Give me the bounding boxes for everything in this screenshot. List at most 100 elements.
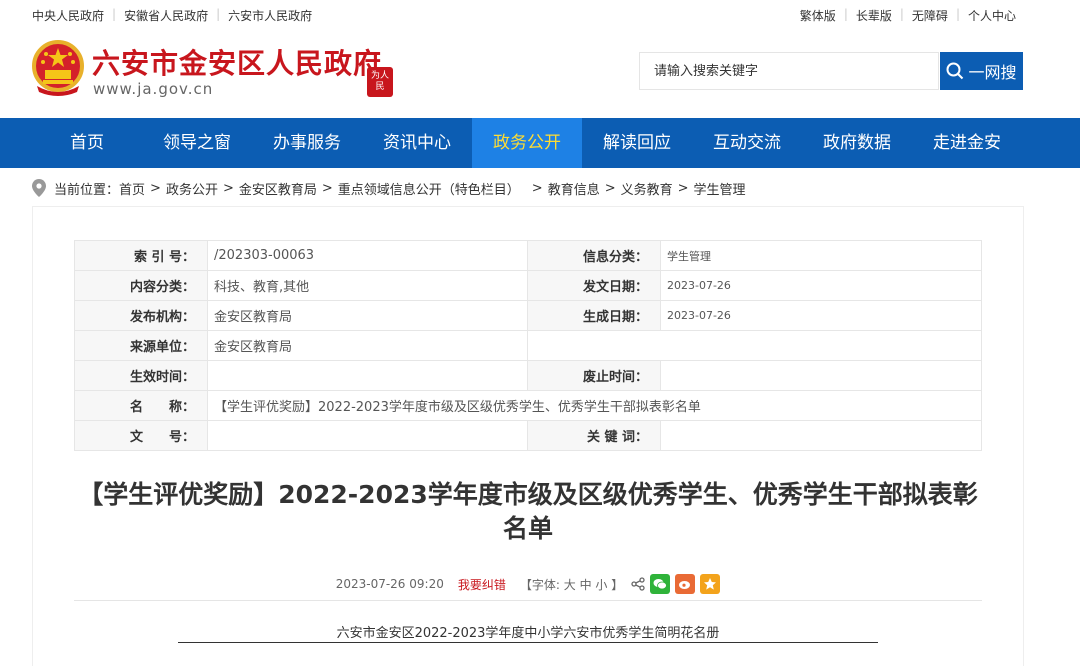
meta-label: 生效时间： <box>74 360 208 391</box>
meta-label: 来源单位： <box>74 330 208 361</box>
search-input[interactable] <box>640 53 938 89</box>
crumb-separator: > <box>531 180 543 196</box>
site-header: 六安市金安区人民政府 www.ja.gov.cn 为人 民 一网搜 <box>0 30 1080 118</box>
crumb-home[interactable]: 首页 <box>119 179 145 198</box>
search-button-label: 一网搜 <box>968 63 1017 82</box>
meta-label: 废止时间： <box>527 360 661 391</box>
main-nav: 首页 领导之窗 办事服务 资讯中心 政务公开 解读回应 互动交流 政府数据 走进… <box>0 118 1080 168</box>
seal-stamp: 为人 民 <box>367 67 393 97</box>
location-pin-icon <box>32 179 46 197</box>
meta-info-class: 学生管理 <box>660 240 982 271</box>
font-size-medium[interactable]: 中 <box>580 578 592 592</box>
meta-keywords <box>660 420 982 451</box>
meta-label: 文 号： <box>74 420 208 451</box>
divider: | <box>216 7 221 21</box>
meta-effective <box>207 360 528 391</box>
table-row: 索 引 号： /202303-00063 信息分类： 学生管理 <box>74 240 982 271</box>
top-bar: 中央人民政府 | 安徽省人民政府 | 六安市人民政府 繁体版 | 长辈版 | 无… <box>0 0 1080 30</box>
search-box <box>639 52 939 90</box>
table-row: 发布机构： 金安区教育局 生成日期： 2023-07-26 <box>74 300 982 331</box>
font-size-large[interactable]: 大 <box>564 578 576 592</box>
meta-empty-cell <box>527 330 982 361</box>
weibo-share-icon[interactable] <box>675 574 696 594</box>
elder-mode-link[interactable]: 长辈版 <box>856 7 892 24</box>
nav-gov-data[interactable]: 政府数据 <box>802 118 912 168</box>
font-size-small[interactable]: 小 <box>595 578 607 592</box>
document-metadata-table: 索 引 号： /202303-00063 信息分类： 学生管理 内容分类： 科技… <box>74 240 982 451</box>
crumb-compulsory-education[interactable]: 义务教育 <box>621 179 673 198</box>
wechat-share-icon[interactable] <box>650 574 671 594</box>
meta-gen-date: 2023-07-26 <box>660 300 982 331</box>
crumb-gov-affairs[interactable]: 政务公开 <box>166 179 218 198</box>
traditional-chinese-link[interactable]: 繁体版 <box>800 7 836 24</box>
font-size-label: 【字体: <box>519 577 560 592</box>
table-row: 生效时间： 废止时间： <box>74 360 982 391</box>
list-table-top-border <box>178 642 878 647</box>
nav-gov-affairs[interactable]: 政务公开 <box>472 118 582 168</box>
meta-label: 生成日期： <box>527 300 661 331</box>
table-row: 内容分类： 科技、教育,其他 发文日期： 2023-07-26 <box>74 270 982 301</box>
meta-label: 发文日期： <box>527 270 661 301</box>
content-divider <box>74 600 982 601</box>
meta-expire <box>660 360 982 391</box>
table-row: 文 号： 关 键 词： <box>74 420 982 451</box>
utility-links: 繁体版 | 长辈版 | 无障碍 | 个人中心 <box>800 7 1016 24</box>
crumb-separator: > <box>150 180 161 196</box>
meta-label: 关 键 词： <box>527 420 661 451</box>
meta-index-no: /202303-00063 <box>207 240 528 271</box>
accessibility-link[interactable]: 无障碍 <box>912 7 948 24</box>
meta-name: 【学生评优奖励】2022-2023学年度市级及区级优秀学生、优秀学生干部拟表彰名… <box>207 390 982 421</box>
search-button[interactable]: 一网搜 <box>940 52 1023 90</box>
crumb-education-bureau[interactable]: 金安区教育局 <box>239 179 317 198</box>
link-central-gov[interactable]: 中央人民政府 <box>32 7 104 24</box>
site-domain: www.ja.gov.cn <box>93 80 214 98</box>
meta-publisher: 金安区教育局 <box>207 300 528 331</box>
list-table-caption: 六安市金安区2022-2023学年度中小学六安市优秀学生简明花名册 <box>336 626 720 641</box>
meta-label: 信息分类： <box>527 240 661 271</box>
nav-interpretation[interactable]: 解读回应 <box>582 118 692 168</box>
nav-home[interactable]: 首页 <box>32 118 142 168</box>
crumb-separator: > <box>677 180 689 196</box>
share-bar <box>631 574 721 594</box>
link-province-gov[interactable]: 安徽省人民政府 <box>124 7 208 24</box>
meta-doc-no <box>207 420 528 451</box>
divider: | <box>843 7 848 21</box>
divider: | <box>899 7 904 21</box>
report-error-link[interactable]: 我要纠错 <box>458 576 506 593</box>
article-info-bar: 2023-07-26 09:20 我要纠错 【字体: 大 中 小 】 <box>74 572 982 596</box>
font-size-close: 】 <box>611 577 624 592</box>
breadcrumb: 当前位置： 首页 > 政务公开 > 金安区教育局 > 重点领域信息公开（特色栏目… <box>32 176 746 200</box>
qzone-share-icon[interactable] <box>700 574 721 594</box>
national-emblem-icon <box>32 40 84 96</box>
seal-text-1: 为人 <box>370 71 389 81</box>
crumb-key-areas[interactable]: 重点领域信息公开（特色栏目） <box>338 179 520 198</box>
meta-label: 发布机构： <box>74 300 208 331</box>
article-title: 【学生评优奖励】2022-2023学年度市级及区级优秀学生、优秀学生干部拟表彰名… <box>78 480 978 543</box>
nav-services[interactable]: 办事服务 <box>252 118 362 168</box>
meta-source: 金安区教育局 <box>207 330 528 361</box>
nav-news[interactable]: 资讯中心 <box>362 118 472 168</box>
site-title[interactable]: 六安市金安区人民政府 <box>92 42 382 82</box>
nav-about-jinan[interactable]: 走进金安 <box>912 118 1022 168</box>
divider: | <box>112 7 117 21</box>
meta-label: 内容分类： <box>74 270 208 301</box>
personal-center-link[interactable]: 个人中心 <box>968 7 1016 24</box>
publish-datetime: 2023-07-26 09:20 <box>335 577 444 591</box>
nav-interaction[interactable]: 互动交流 <box>692 118 802 168</box>
meta-pub-date: 2023-07-26 <box>660 270 982 301</box>
seal-text-2: 民 <box>375 82 385 92</box>
meta-label: 名 称： <box>74 390 208 421</box>
divider: | <box>955 7 960 21</box>
meta-label: 索 引 号： <box>74 240 208 271</box>
table-row: 名 称： 【学生评优奖励】2022-2023学年度市级及区级优秀学生、优秀学生干… <box>74 390 982 421</box>
font-size-control: 【字体: 大 中 小 】 <box>520 576 623 593</box>
crumb-education-info[interactable]: 教育信息 <box>548 179 600 198</box>
crumb-student-management[interactable]: 学生管理 <box>694 179 746 198</box>
crumb-separator: > <box>222 180 234 196</box>
meta-content-class: 科技、教育,其他 <box>207 270 528 301</box>
share-icon[interactable] <box>631 577 645 591</box>
search-icon <box>946 62 964 80</box>
link-city-gov[interactable]: 六安市人民政府 <box>228 7 312 24</box>
nav-leaders[interactable]: 领导之窗 <box>142 118 252 168</box>
external-links: 中央人民政府 | 安徽省人民政府 | 六安市人民政府 <box>32 7 312 24</box>
